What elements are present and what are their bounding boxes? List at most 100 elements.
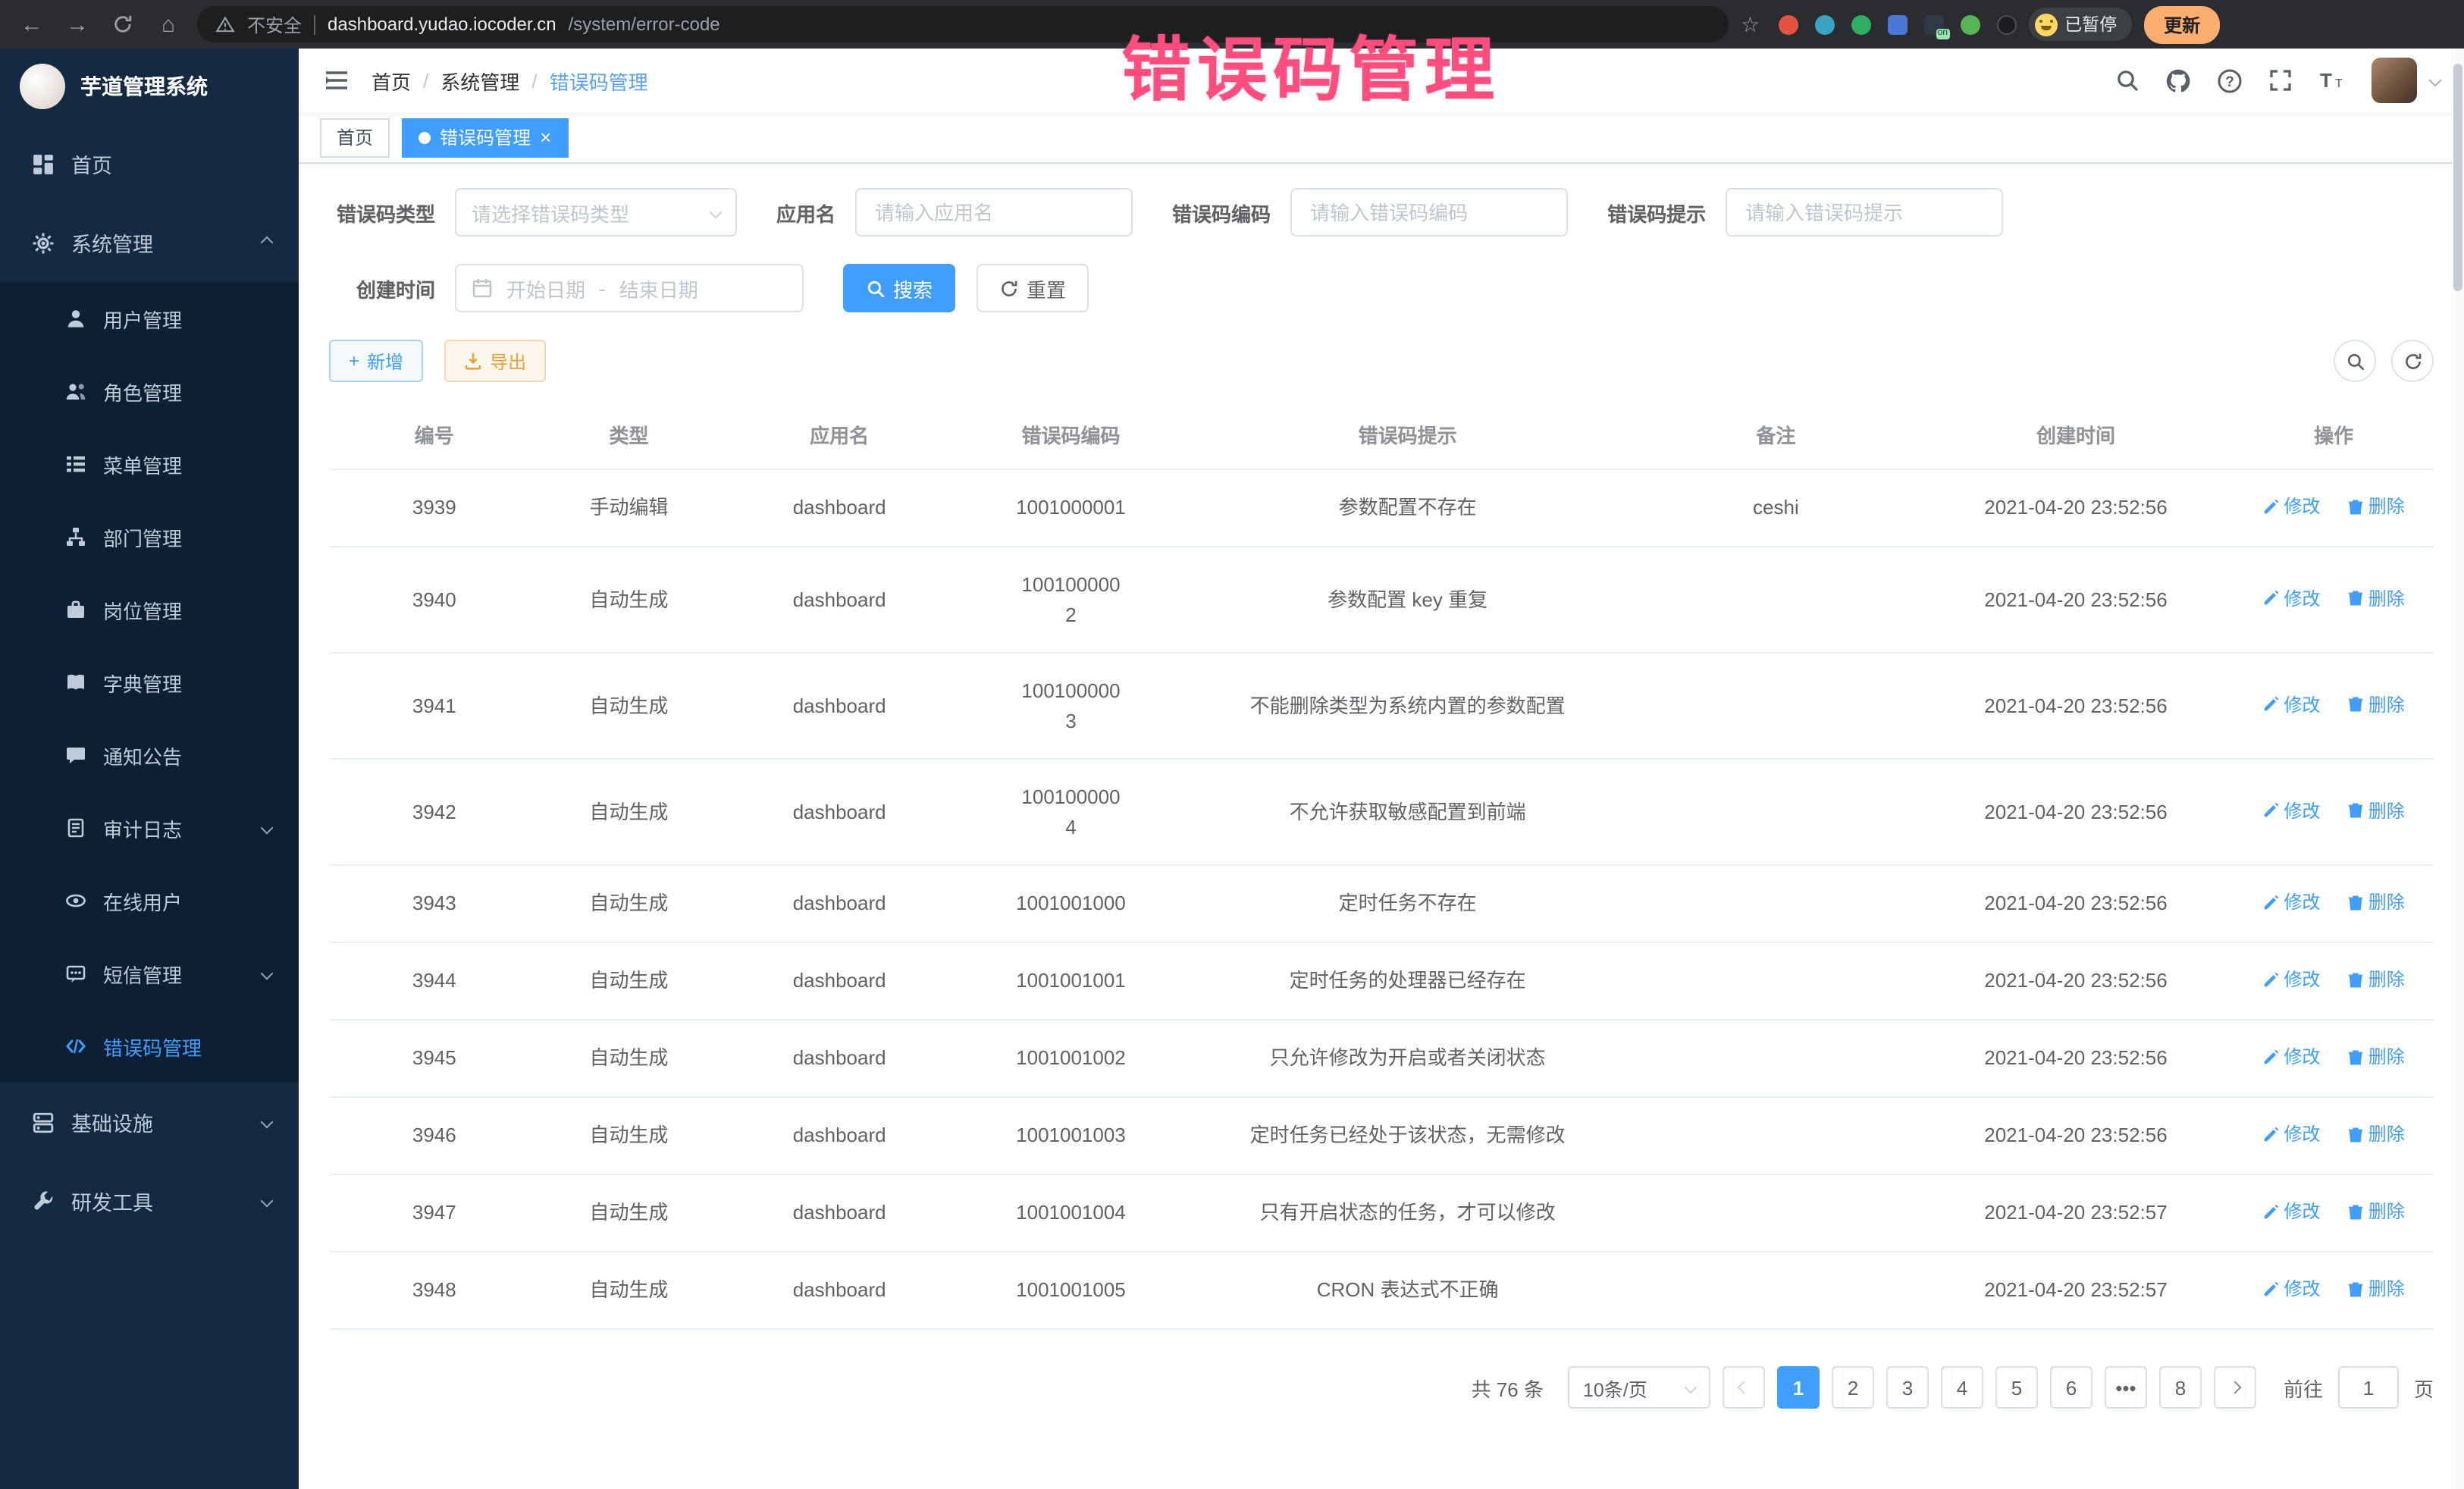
extension-icon[interactable] — [1778, 14, 1798, 34]
edit-link[interactable]: 修改 — [2262, 1198, 2320, 1225]
page-button-3[interactable]: 3 — [1886, 1366, 1929, 1409]
page-button-4[interactable]: 4 — [1941, 1366, 1983, 1409]
page-button-6[interactable]: 6 — [2050, 1366, 2093, 1409]
error-code-type-select[interactable]: 请选择错误码类型 — [455, 188, 737, 237]
date-range-picker[interactable]: 开始日期 - 结束日期 — [455, 264, 804, 312]
close-icon[interactable]: × — [540, 127, 551, 147]
user-avatar[interactable] — [2372, 58, 2417, 103]
delete-link[interactable]: 删除 — [2347, 1275, 2405, 1302]
delete-link[interactable]: 删除 — [2347, 889, 2405, 916]
delete-link[interactable]: 删除 — [2347, 585, 2405, 612]
sidebar-item-error-code-management[interactable]: 错误码管理 — [0, 1010, 299, 1083]
reset-button[interactable]: 重置 — [977, 264, 1089, 312]
cell-type: 手动编辑 — [540, 469, 719, 547]
cell-time: 2021-04-20 23:52:57 — [1918, 1174, 2234, 1252]
reload-icon[interactable] — [106, 8, 140, 41]
delete-link[interactable]: 删除 — [2347, 1198, 2405, 1225]
edit-link[interactable]: 修改 — [2262, 585, 2320, 612]
app-logo[interactable]: 芋道管理系统 — [0, 49, 299, 124]
edit-link[interactable]: 修改 — [2262, 493, 2320, 520]
sidebar-item-online-users[interactable]: 在线用户 — [0, 864, 299, 937]
sidebar-item-sms-management[interactable]: 短信管理 — [0, 937, 299, 1010]
help-icon[interactable]: ? — [2217, 67, 2243, 93]
search-icon[interactable] — [2115, 68, 2140, 92]
delete-link[interactable]: 删除 — [2347, 1043, 2405, 1071]
more-pages-button[interactable]: ••• — [2105, 1366, 2147, 1409]
error-hint-input[interactable] — [1726, 188, 2003, 237]
sidebar-item-infrastructure[interactable]: 基础设施 — [0, 1083, 299, 1161]
edit-link[interactable]: 修改 — [2262, 966, 2320, 993]
delete-link[interactable]: 删除 — [2347, 691, 2405, 718]
sidebar-item-dept-management[interactable]: 部门管理 — [0, 500, 299, 573]
edit-link[interactable]: 修改 — [2262, 889, 2320, 916]
plus-icon: + — [349, 350, 359, 371]
breadcrumb-home[interactable]: 首页 — [371, 66, 411, 95]
sidebar-item-menu-management[interactable]: 菜单管理 — [0, 428, 299, 500]
back-icon[interactable]: ← — [15, 8, 49, 41]
prev-page-button[interactable] — [1723, 1366, 1765, 1409]
paused-badge[interactable]: 已暂停 — [2028, 8, 2132, 41]
scrollbar-thumb[interactable] — [2453, 64, 2462, 291]
page-button-5[interactable]: 5 — [1995, 1366, 2038, 1409]
fullscreen-icon[interactable] — [2268, 68, 2293, 92]
extension-icon[interactable] — [1814, 14, 1834, 34]
extension-icon[interactable] — [1887, 14, 1907, 34]
edit-link[interactable]: 修改 — [2262, 1121, 2320, 1148]
chevron-down-icon[interactable] — [2429, 74, 2442, 87]
extension-icon[interactable] — [1960, 14, 1980, 34]
tag-error-code-management[interactable]: 错误码管理 × — [402, 118, 568, 157]
sidebar-item-system-management[interactable]: 系统管理 — [0, 203, 299, 282]
sidebar-item-notice[interactable]: 通知公告 — [0, 719, 299, 792]
sidebar-item-audit-log[interactable]: 审计日志 — [0, 792, 299, 864]
export-button[interactable]: 导出 — [444, 340, 546, 382]
delete-link[interactable]: 删除 — [2347, 493, 2405, 520]
tag-home[interactable]: 首页 — [320, 118, 390, 157]
add-button[interactable]: + 新增 — [329, 340, 423, 382]
extension-icon[interactable]: on — [1923, 14, 1943, 34]
sidebar-item-user-management[interactable]: 用户管理 — [0, 282, 299, 355]
breadcrumb-system[interactable]: 系统管理 — [440, 66, 519, 95]
goto-page-input[interactable] — [2338, 1366, 2399, 1409]
sidebar-item-post-management[interactable]: 岗位管理 — [0, 573, 299, 646]
edit-link[interactable]: 修改 — [2262, 691, 2320, 718]
table-row: 3948 自动生成 dashboard 1001001005 CRON 表达式不… — [329, 1252, 2434, 1329]
hamburger-icon[interactable] — [323, 67, 350, 94]
delete-link[interactable]: 删除 — [2347, 797, 2405, 824]
page-size-select[interactable]: 10条/页 — [1568, 1366, 1710, 1409]
sidebar-item-home[interactable]: 首页 — [0, 124, 299, 203]
message-icon — [64, 744, 86, 766]
extension-icon[interactable] — [1851, 14, 1870, 34]
refresh-button[interactable] — [2391, 340, 2434, 382]
sms-icon — [64, 962, 86, 985]
github-icon[interactable] — [2165, 67, 2191, 93]
forward-icon[interactable]: → — [61, 8, 94, 41]
home-icon[interactable]: ⌂ — [152, 8, 185, 41]
briefcase-icon — [64, 598, 86, 621]
window-scrollbar[interactable] — [2452, 49, 2464, 1489]
cell-app: dashboard — [719, 547, 961, 653]
page-button-1[interactable]: 1 — [1777, 1366, 1820, 1409]
delete-link[interactable]: 删除 — [2347, 1121, 2405, 1148]
extension-icon[interactable] — [1996, 14, 2016, 34]
search-button[interactable]: 搜索 — [843, 264, 955, 312]
cell-time: 2021-04-20 23:52:56 — [1918, 865, 2234, 942]
app-name-input[interactable] — [855, 188, 1133, 237]
page-button-8[interactable]: 8 — [2159, 1366, 2202, 1409]
delete-link[interactable]: 删除 — [2347, 966, 2405, 993]
edit-link[interactable]: 修改 — [2262, 1043, 2320, 1071]
cell-actions: 修改 删除 — [2234, 865, 2434, 942]
sidebar-item-dev-tools[interactable]: 研发工具 — [0, 1161, 299, 1240]
emoji-face-icon — [2034, 13, 2057, 36]
toggle-search-button[interactable] — [2334, 340, 2376, 382]
edit-link[interactable]: 修改 — [2262, 797, 2320, 824]
sidebar-item-dict-management[interactable]: 字典管理 — [0, 646, 299, 719]
page-button-2[interactable]: 2 — [1832, 1366, 1874, 1409]
next-page-button[interactable] — [2214, 1366, 2256, 1409]
cell-code: 1001001002 — [961, 1020, 1181, 1097]
sidebar-item-role-management[interactable]: 角色管理 — [0, 355, 299, 428]
font-size-icon[interactable]: TT — [2318, 68, 2346, 92]
edit-link[interactable]: 修改 — [2262, 1275, 2320, 1302]
browser-update-button[interactable]: 更新 — [2144, 5, 2220, 43]
bookmark-star-icon[interactable]: ☆ — [1741, 11, 1760, 37]
error-code-input[interactable] — [1290, 188, 1568, 237]
